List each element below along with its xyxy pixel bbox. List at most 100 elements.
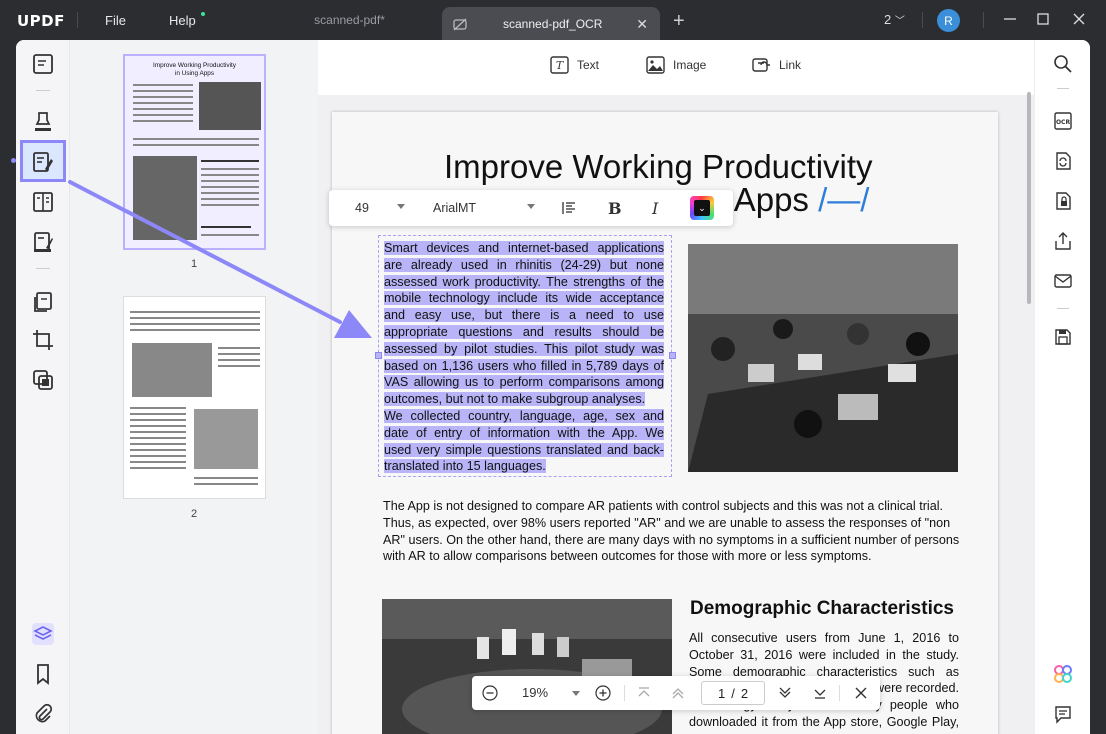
thumbnail-text-line	[130, 311, 260, 313]
highlighter-icon[interactable]	[31, 110, 55, 134]
font-size-value[interactable]: 49	[355, 201, 369, 215]
thumbnail-text-line	[201, 186, 259, 188]
fill-sign-icon[interactable]	[31, 230, 55, 254]
email-icon[interactable]	[1053, 271, 1073, 291]
selected-text-line: We collected country, language, age, sex…	[384, 408, 664, 425]
font-color-button[interactable]: ⌄	[690, 196, 714, 220]
current-page: 1	[718, 686, 725, 701]
save-icon[interactable]	[1053, 327, 1073, 347]
resize-handle-right[interactable]	[669, 352, 676, 359]
menu-file[interactable]: File	[105, 13, 126, 28]
bold-button[interactable]: B	[608, 199, 622, 218]
selected-text-line: outcomes, but not to make subgroup analy…	[384, 391, 664, 408]
comment-icon[interactable]	[1053, 704, 1073, 724]
selected-text-line: based on 1,136 users who filled in 5,789…	[384, 358, 664, 375]
font-name-dropdown-icon[interactable]	[527, 204, 535, 209]
thumbnail-text-line	[133, 114, 193, 116]
font-size-dropdown-icon[interactable]	[397, 204, 405, 209]
thumbnail-title: Improve Working Productivity in Using Ap…	[125, 62, 264, 78]
text-format-toolbar: 49 ArialMT B I ⌄	[329, 190, 733, 226]
close-tab-icon[interactable]: ✕	[636, 16, 648, 33]
selected-text-line: VAS allowing us to perform comparisons a…	[384, 374, 664, 391]
thumbnail-text-line	[130, 449, 186, 451]
last-page-icon[interactable]	[812, 685, 828, 701]
zoom-level[interactable]: 19%	[522, 685, 548, 700]
page-number-input[interactable]: 1 / 2	[701, 681, 765, 705]
thumbnail-panel: Improve Working Productivity in Using Ap…	[70, 40, 318, 734]
first-page-icon[interactable]	[636, 685, 652, 701]
page-thumbnail-1[interactable]: Improve Working Productivity in Using Ap…	[123, 54, 266, 250]
protect-icon[interactable]	[1053, 191, 1073, 211]
meeting-photo[interactable]	[688, 244, 958, 472]
close-window-icon[interactable]	[1071, 11, 1087, 27]
minimize-icon[interactable]	[1002, 11, 1018, 27]
zoom-out-icon[interactable]	[482, 685, 498, 701]
convert-pdf-icon[interactable]	[1053, 151, 1073, 171]
reader-icon[interactable]	[31, 52, 55, 76]
layers-icon[interactable]	[31, 622, 55, 646]
body-text-line: with AR to allow comparisons between out…	[383, 548, 963, 565]
section-text-line: downloaded it from the App store, Google…	[689, 714, 959, 731]
body-paragraph[interactable]: The App is not designed to compare AR pa…	[383, 498, 963, 565]
avatar[interactable]: R	[937, 9, 960, 32]
tab-scanned-pdf[interactable]: scanned-pdf*	[262, 0, 437, 40]
thumbnail-text-line	[133, 90, 193, 92]
font-name-value[interactable]: ArialMT	[433, 201, 476, 215]
thumbnail-text-line	[133, 138, 259, 140]
thumbnail-photo	[133, 156, 197, 240]
right-toolbar: OCR	[1034, 40, 1090, 734]
attachment-icon[interactable]	[31, 702, 55, 726]
organize-pages-icon[interactable]	[31, 290, 55, 314]
new-tab-button[interactable]: +	[673, 10, 685, 33]
conference-photo-art	[382, 599, 672, 734]
thumbnail-text-line	[201, 180, 259, 182]
page-thumbnail-2[interactable]	[123, 296, 266, 499]
add-text-button[interactable]: T Text	[550, 56, 599, 74]
selected-text-line: mobile technology include its wide accep…	[384, 290, 664, 307]
search-icon[interactable]	[1053, 54, 1073, 74]
indicator-dot	[11, 158, 16, 163]
add-link-button[interactable]: Link	[752, 56, 801, 74]
selected-text-line: appropriate questions and results should…	[384, 324, 664, 341]
crop-icon[interactable]	[31, 328, 55, 352]
left-toolbar	[16, 40, 70, 734]
previous-page-icon[interactable]	[670, 685, 686, 701]
maximize-icon[interactable]	[1035, 11, 1051, 27]
edit-pdf-icon[interactable]	[31, 150, 55, 174]
section-heading[interactable]: Demographic Characteristics	[690, 598, 954, 620]
convert-icon[interactable]	[31, 368, 55, 392]
tab-scanned-pdf-ocr[interactable]: scanned-pdf_OCR ✕	[442, 7, 660, 40]
close-navbar-icon[interactable]	[853, 685, 869, 701]
thumbnail-photo	[194, 409, 258, 469]
selected-text-block[interactable]: Smart devices and internet-based applica…	[384, 240, 664, 475]
share-icon[interactable]	[1053, 231, 1073, 251]
thumbnail-text-line	[133, 108, 193, 110]
section-text-line: All consecutive users from June 1, 2016 …	[689, 630, 959, 647]
selected-text-line: used very simple questions translated an…	[384, 442, 664, 459]
zoom-in-icon[interactable]	[595, 685, 611, 701]
window-count-dropdown[interactable]: 2 ﹀	[884, 12, 905, 27]
body-text-line: The App is not designed to compare AR pa…	[383, 498, 963, 515]
ocr-icon[interactable]: OCR	[1053, 111, 1073, 131]
text-tool-label: Text	[577, 58, 599, 72]
toolbar-divider	[36, 90, 50, 91]
next-page-icon[interactable]	[777, 685, 793, 701]
vertical-scrollbar[interactable]	[1027, 92, 1031, 304]
conference-photo[interactable]	[382, 599, 672, 734]
title-bar: UPDF File Help scanned-pdf* scanned-pdf_…	[0, 0, 1106, 40]
bookmark-icon[interactable]	[31, 662, 55, 686]
form-icon[interactable]	[31, 190, 55, 214]
thumbnail-text-line	[218, 359, 260, 361]
resize-handle-left[interactable]	[375, 352, 382, 359]
selected-text-line: Smart devices and internet-based applica…	[384, 240, 664, 257]
menu-help[interactable]: Help	[169, 13, 196, 28]
align-left-icon[interactable]	[561, 200, 577, 216]
zoom-dropdown-icon[interactable]	[572, 691, 580, 696]
thumbnail-text-line	[130, 407, 186, 409]
ai-assistant-icon[interactable]	[1053, 664, 1073, 684]
text-tool-icon: T	[550, 56, 569, 74]
svg-text:OCR: OCR	[1056, 119, 1071, 126]
thumbnail-text-line	[130, 431, 186, 433]
italic-button[interactable]: I	[652, 199, 658, 218]
add-image-button[interactable]: Image	[646, 56, 706, 74]
